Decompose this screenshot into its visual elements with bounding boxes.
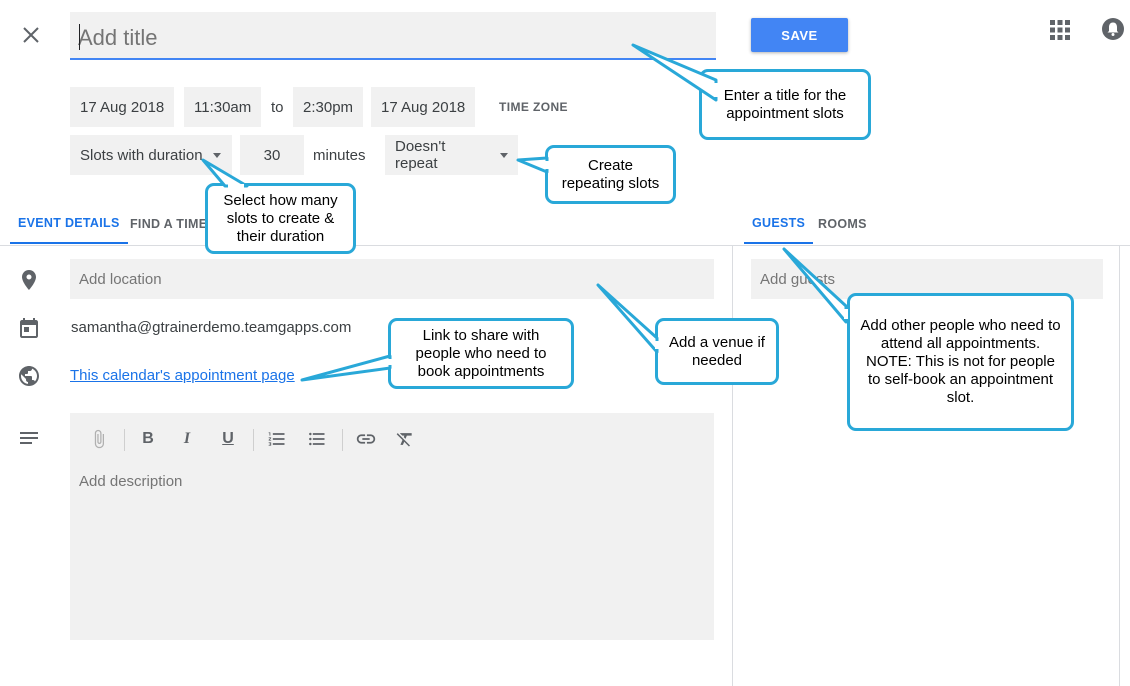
callout-title: Enter a title for the appointment slots [699,69,871,140]
numbered-list-icon[interactable] [265,427,289,451]
end-time-value: 2:30pm [303,98,354,116]
to-label: to [271,98,284,116]
callout-guests-text: Add other people who need to attend all … [860,317,1061,406]
repeat-select[interactable]: Doesn't repeat [385,135,518,175]
callout-link-text: Link to share with people who need to bo… [415,326,547,380]
title-input[interactable] [70,12,716,58]
toolbar-separator [342,429,343,451]
description-placeholder: Add description [79,473,183,490]
panel-divider-right [1119,246,1120,686]
tab-find-a-time[interactable]: FIND A TIME [122,204,215,244]
appointment-page-link[interactable]: This calendar's appointment page [70,367,295,384]
tabs-divider [0,245,1130,246]
link-icon[interactable] [354,427,378,451]
italic-icon[interactable]: I [175,427,199,451]
toolbar-separator [253,429,254,451]
close-icon [23,27,39,43]
location-placeholder: Add location [79,270,162,288]
underline-icon[interactable]: U [216,427,240,451]
slot-mode-select[interactable]: Slots with duration [70,135,232,175]
description-icon [17,426,41,450]
save-button[interactable]: SAVE [751,18,848,52]
callout-repeat: Create repeating slots [545,145,676,204]
chevron-down-icon [212,152,221,158]
tab-rooms[interactable]: ROOMS [810,204,875,244]
chevron-down-icon [500,152,508,158]
callout-link: Link to share with people who need to bo… [388,318,574,389]
end-date-picker[interactable]: 17 Aug 2018 [371,87,476,127]
attachment-icon[interactable] [87,427,111,451]
end-date-value: 17 Aug 2018 [381,98,466,116]
calendar-icon [17,316,41,340]
start-date-picker[interactable]: 17 Aug 2018 [70,87,175,127]
start-time-picker[interactable]: 11:30am [184,87,262,127]
globe-icon [17,364,41,388]
pointer-repeat [516,156,549,174]
end-time-picker[interactable]: 2:30pm [293,87,364,127]
notifications-icon[interactable] [1100,16,1126,42]
close-button[interactable] [16,20,46,50]
callout-venue: Add a venue if needed [655,318,779,385]
add-guests-placeholder: Add guests [760,270,836,288]
slot-duration-input[interactable]: 30 [240,135,304,175]
text-caret [79,24,80,50]
slot-duration-value: 30 [263,146,281,164]
location-pin-icon [17,268,41,292]
location-input[interactable]: Add location [70,259,714,299]
tab-guests[interactable]: GUESTS [744,204,814,244]
bold-icon[interactable]: B [136,427,160,451]
remove-formatting-icon[interactable] [393,427,417,451]
repeat-value: Doesn't repeat [395,138,446,172]
start-date-value: 17 Aug 2018 [80,98,165,116]
callout-venue-text: Add a venue if needed [669,333,765,369]
calendar-owner-email[interactable]: samantha@gtrainerdemo.teamgapps.com [71,319,351,336]
tab-event-details[interactable]: EVENT DETAILS [10,204,128,244]
callout-guests: Add other people who need to attend all … [847,293,1074,431]
title-field[interactable] [70,12,716,60]
callout-slots-text: Select how many slots to create & their … [223,191,338,245]
apps-grid-icon[interactable] [1048,18,1072,42]
description-editor[interactable]: B I U Add description [70,413,714,640]
callout-title-text: Enter a title for the appointment slots [723,86,847,122]
toolbar-separator [124,429,125,451]
callout-repeat-text: Create repeating slots [561,156,660,192]
panel-divider [732,246,733,686]
bulleted-list-icon[interactable] [305,427,329,451]
callout-slots: Select how many slots to create & their … [205,183,356,254]
pointer-link [300,354,392,382]
slot-mode-value: Slots with duration [80,146,203,164]
time-zone-button[interactable]: TIME ZONE [499,87,568,127]
duration-unit-label: minutes [313,146,366,164]
start-time-value: 11:30am [194,98,252,116]
